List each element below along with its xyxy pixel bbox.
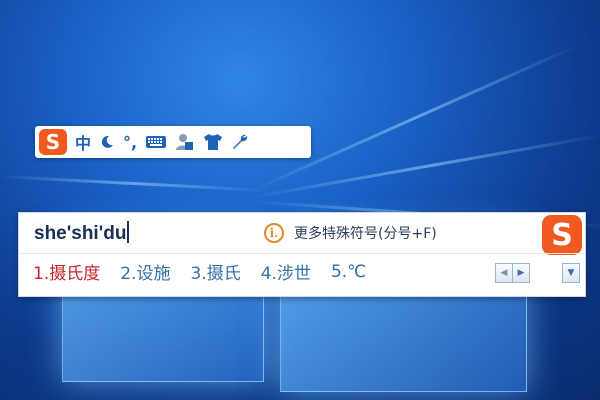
keyboard-icon[interactable] [145, 129, 167, 155]
user-icon[interactable] [175, 129, 195, 155]
info-icon: i. [264, 223, 284, 243]
light-ray [0, 175, 270, 193]
light-ray [249, 43, 580, 193]
candidate-1[interactable]: 1.摄氏度 [33, 259, 100, 284]
pinyin-text: she'shi'du [34, 223, 127, 244]
pinyin-input[interactable]: she'shi'du [34, 221, 130, 245]
ime-candidate-window: she'shi'du i. 更多特殊符号(分号+F) S 1.摄氏度 2.设施 … [18, 212, 586, 297]
hint-text: 更多特殊符号(分号+F) [294, 226, 437, 242]
candidate-list: 1.摄氏度 2.设施 3.摄氏 4.涉世 5.℃ [33, 259, 386, 285]
candidate-5[interactable]: 5.℃ [331, 262, 366, 282]
moon-icon[interactable] [99, 129, 115, 155]
desktop-wallpaper [0, 0, 600, 400]
special-symbols-hint[interactable]: i. 更多特殊符号(分号+F) [264, 223, 437, 243]
sogou-logo[interactable]: S [39, 129, 67, 155]
more-menu-button[interactable]: ▼ [562, 263, 580, 283]
next-page-button[interactable]: ▶ [513, 263, 530, 283]
divider [19, 253, 585, 254]
page-nav: ◀ ▶ [495, 263, 530, 283]
prev-page-button[interactable]: ◀ [495, 263, 513, 283]
candidate-2[interactable]: 2.设施 [120, 259, 170, 284]
text-caret [127, 221, 130, 243]
shirt-icon[interactable] [203, 129, 223, 155]
wrench-icon[interactable] [231, 129, 249, 155]
sogou-logo[interactable]: S [542, 215, 582, 255]
ime-status-bar[interactable]: S 中 °, [35, 126, 311, 158]
candidate-4[interactable]: 4.涉世 [261, 259, 311, 284]
candidate-3[interactable]: 3.摄氏 [190, 259, 240, 284]
punctuation-icon[interactable]: °, [123, 129, 137, 155]
chinese-mode-toggle[interactable]: 中 [75, 129, 91, 155]
